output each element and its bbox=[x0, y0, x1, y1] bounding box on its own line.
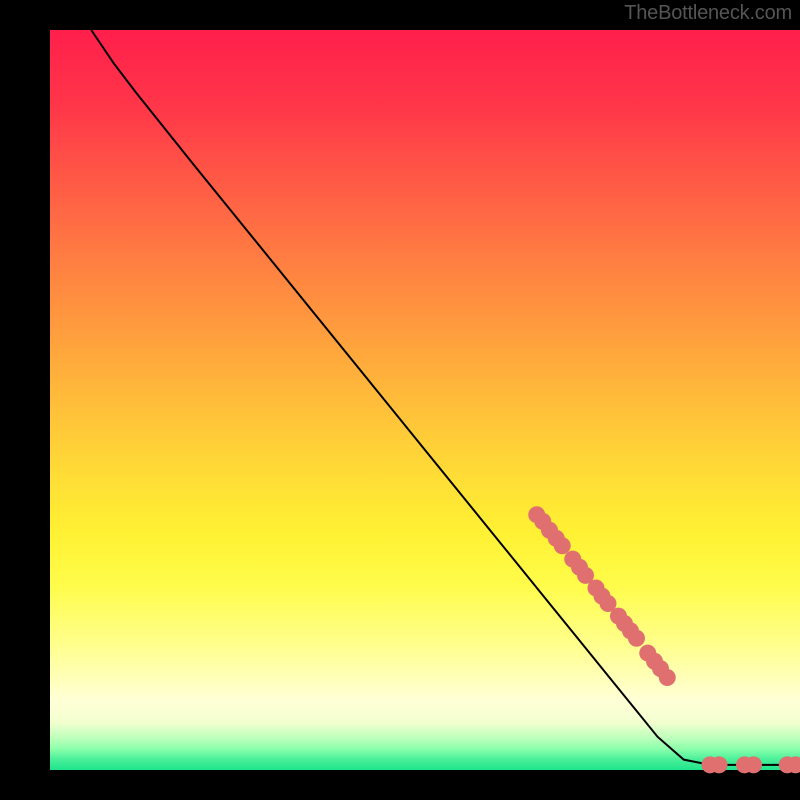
data-dot bbox=[711, 756, 728, 773]
data-dot bbox=[628, 630, 645, 647]
chart-svg bbox=[0, 0, 800, 800]
chart-stage: TheBottleneck.com bbox=[0, 0, 800, 800]
plot-background bbox=[50, 30, 800, 770]
watermark-text: TheBottleneck.com bbox=[624, 2, 792, 25]
data-dot bbox=[659, 669, 676, 686]
data-dot bbox=[554, 537, 571, 554]
data-dot bbox=[745, 756, 762, 773]
